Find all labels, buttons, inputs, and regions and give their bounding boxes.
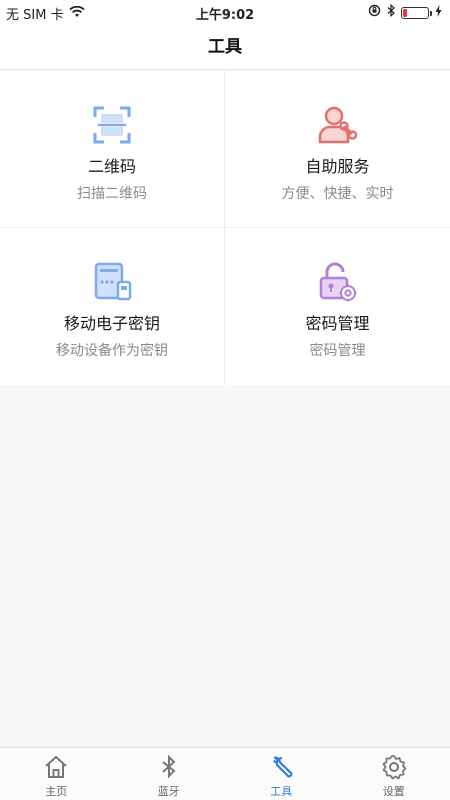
tool-title: 自助服务 <box>305 157 370 176</box>
battery-icon <box>401 6 432 19</box>
tool-title: 移动电子密钥 <box>63 314 160 333</box>
status-right <box>368 3 442 21</box>
tab-label: 主页 <box>45 785 68 798</box>
tool-subtitle: 扫描二维码 <box>77 186 147 202</box>
password-lock-icon <box>317 262 357 302</box>
tool-title: 密码管理 <box>305 314 370 333</box>
tab-label: 蓝牙 <box>157 785 180 798</box>
tool-qr-code[interactable]: 二维码 扫描二维码 <box>0 71 225 228</box>
bluetooth-icon <box>156 754 182 780</box>
qr-scan-icon <box>92 105 132 145</box>
tool-self-service[interactable]: 自助服务 方便、快捷、实时 <box>225 71 450 228</box>
status-bar: 无 SIM 卡 上午9:02 <box>0 0 450 24</box>
tab-label: 工具 <box>270 785 293 798</box>
rotation-lock-icon <box>368 4 381 21</box>
tab-bar: 主页 蓝牙 工具 设置 <box>0 747 450 800</box>
wrench-icon <box>268 754 294 780</box>
tab-bluetooth[interactable]: 蓝牙 <box>113 748 226 800</box>
gear-icon <box>381 754 407 780</box>
tool-subtitle: 移动设备作为密钥 <box>56 343 168 359</box>
bluetooth-status-icon <box>387 3 395 21</box>
tool-password-management[interactable]: 密码管理 密码管理 <box>225 228 450 385</box>
tool-mobile-key[interactable]: 移动电子密钥 移动设备作为密钥 <box>0 228 225 385</box>
tab-home[interactable]: 主页 <box>0 748 113 800</box>
nav-bar: 工具 <box>0 24 450 70</box>
page-title: 工具 <box>208 37 242 57</box>
mobile-key-icon <box>92 262 132 302</box>
tool-subtitle: 方便、快捷、实时 <box>281 186 394 202</box>
tab-tools[interactable]: 工具 <box>225 748 338 800</box>
tab-settings[interactable]: 设置 <box>338 748 450 800</box>
tools-grid: 二维码 扫描二维码 自助服务 方便、快捷、实时 移动电子密钥 移动设备作为密钥 … <box>0 71 450 385</box>
tool-subtitle: 密码管理 <box>309 343 366 359</box>
tab-label: 设置 <box>382 785 405 798</box>
battery-level <box>403 8 408 17</box>
home-icon <box>43 754 69 780</box>
charging-icon <box>435 4 442 21</box>
self-service-icon <box>317 105 358 145</box>
tool-title: 二维码 <box>87 157 136 176</box>
